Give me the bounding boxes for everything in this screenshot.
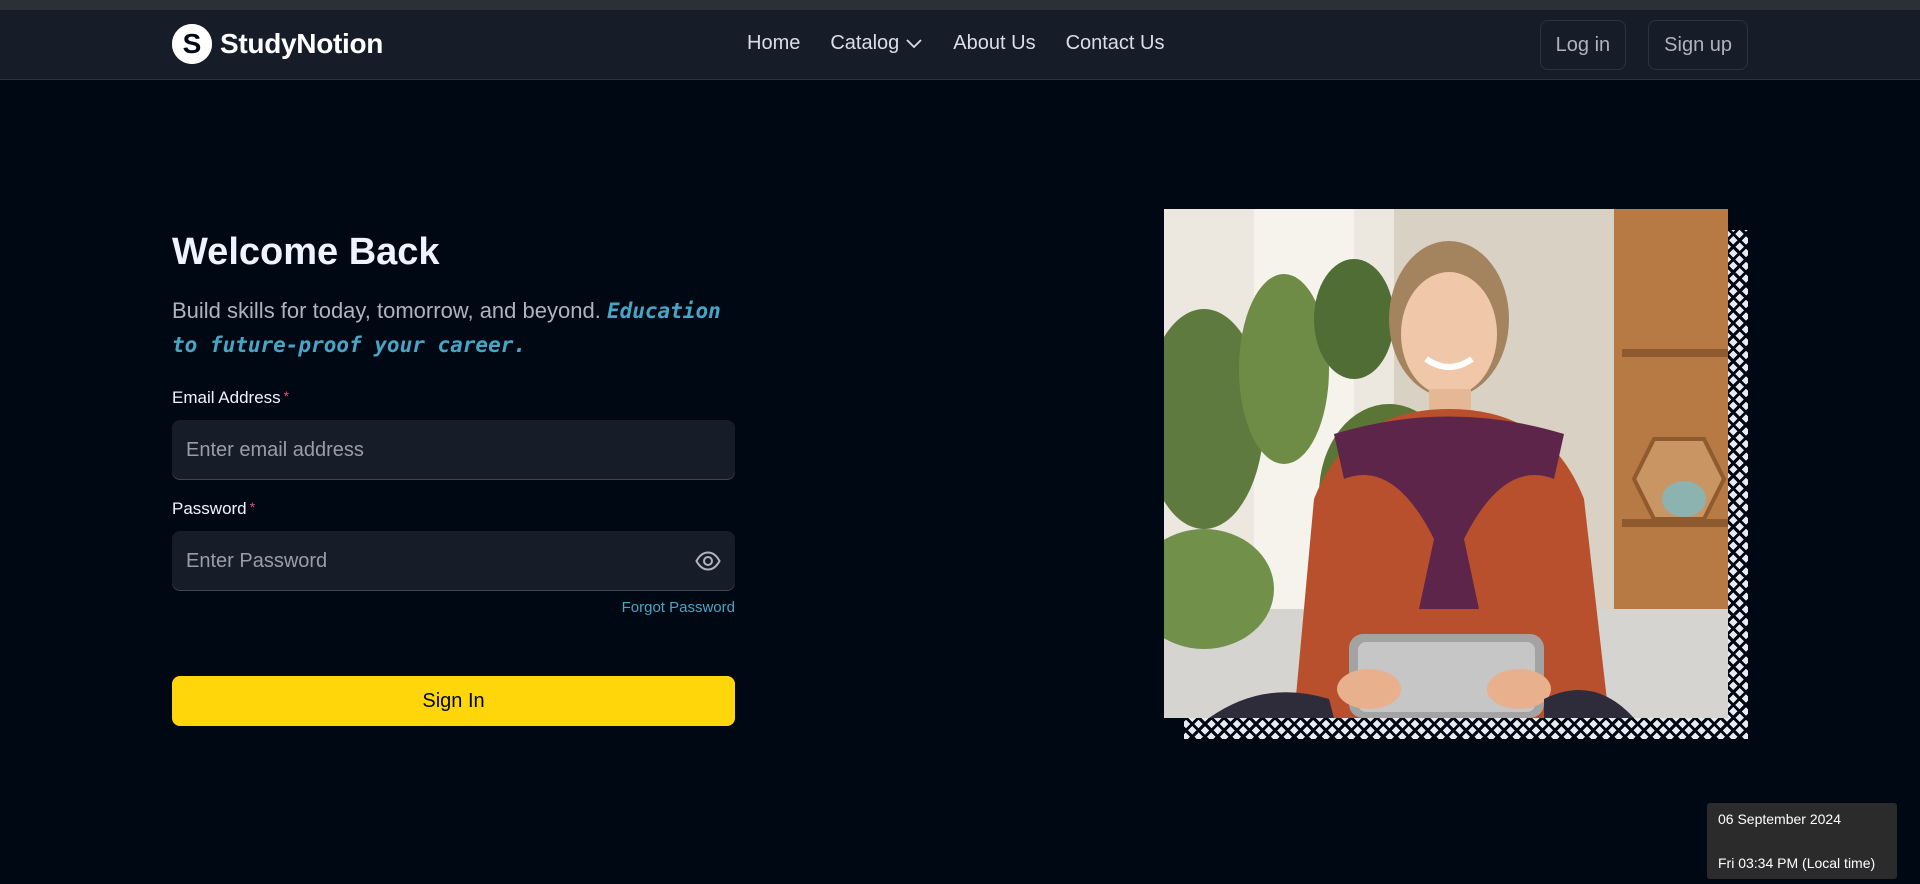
tooltip-time: Fri 03:34 PM (Local time)	[1718, 855, 1876, 871]
nav-contact[interactable]: Contact Us	[1066, 32, 1165, 55]
svg-text:S: S	[183, 28, 202, 59]
page-title: Welcome Back	[172, 231, 440, 273]
page-subtitle: Build skills for today, tomorrow, and be…	[172, 294, 735, 362]
password-input[interactable]: Enter Password	[172, 531, 735, 591]
email-placeholder: Enter email address	[186, 438, 364, 461]
logo-link[interactable]: S StudyNotion	[172, 24, 383, 64]
brand-name: StudyNotion	[220, 28, 384, 59]
forgot-password-link[interactable]: Forgot Password	[172, 599, 735, 616]
login-panel: Welcome Back Build skills for today, tom…	[172, 228, 735, 726]
password-label: Password *	[172, 499, 735, 519]
email-label: Email Address *	[172, 388, 735, 408]
eye-icon[interactable]	[695, 549, 721, 573]
email-input[interactable]: Enter email address	[172, 420, 735, 480]
email-label-text: Email Address	[172, 388, 281, 407]
required-marker: *	[283, 388, 290, 404]
required-marker: *	[249, 499, 256, 515]
hero-image	[1164, 209, 1728, 718]
nav-about[interactable]: About Us	[953, 32, 1035, 55]
sign-in-button[interactable]: Sign In	[172, 676, 735, 726]
nav-catalog[interactable]: Catalog	[830, 32, 923, 55]
subtitle-text: Build skills for today, tomorrow, and be…	[172, 298, 601, 323]
signup-button[interactable]: Sign up	[1648, 20, 1748, 70]
chevron-down-icon	[906, 38, 922, 48]
main-nav: Home Catalog About Us Contact Us	[747, 32, 1165, 55]
tooltip-date: 06 September 2024	[1718, 811, 1841, 827]
nav-home[interactable]: Home	[747, 32, 800, 55]
login-form: Email Address * Enter email address Passw…	[172, 388, 735, 616]
email-field-group: Email Address * Enter email address	[172, 388, 735, 480]
auth-buttons: Log in Sign up	[1539, 20, 1748, 70]
navbar: S StudyNotion Home Catalog About Us Cont…	[0, 10, 1920, 80]
nav-catalog-label: Catalog	[830, 32, 900, 54]
password-field-group: Password * Enter Password	[172, 499, 735, 591]
login-button[interactable]: Log in	[1539, 20, 1627, 70]
password-label-text: Password	[172, 499, 247, 518]
studynotion-logo-icon: S	[172, 24, 212, 64]
browser-top-strip	[0, 0, 1920, 10]
password-placeholder: Enter Password	[186, 549, 328, 572]
datetime-tooltip: 06 September 2024 Fri 03:34 PM (Local ti…	[1707, 803, 1897, 879]
